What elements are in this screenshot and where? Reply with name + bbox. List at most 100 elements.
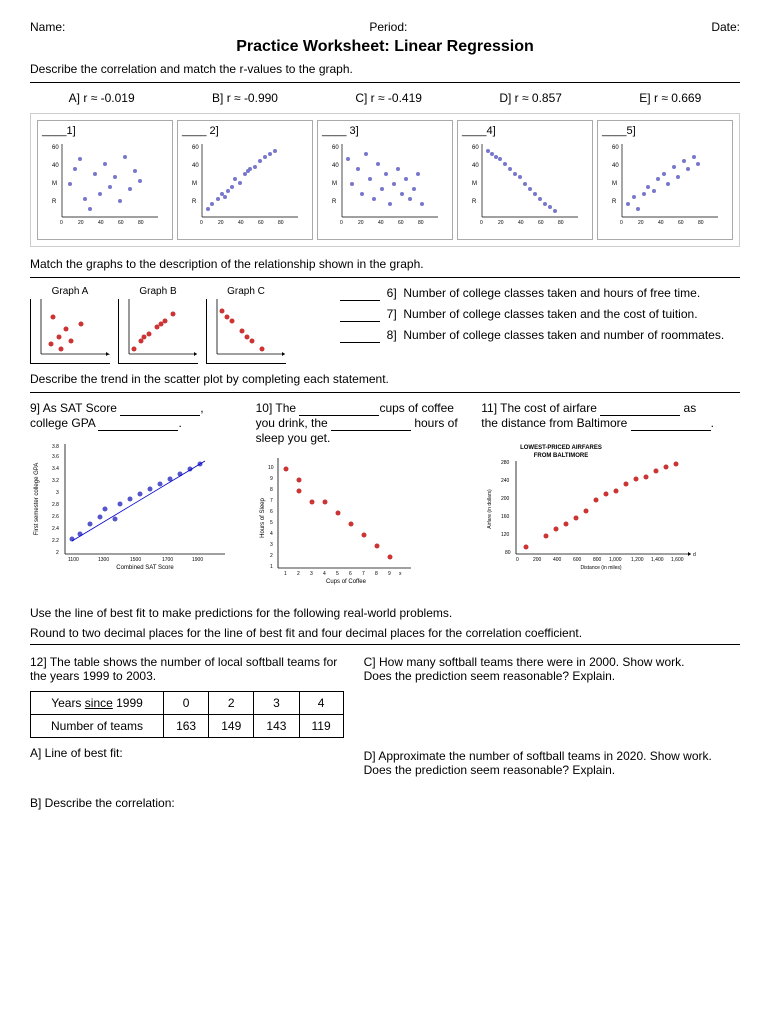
r-value-e: E] r ≈ 0.669 [639, 91, 701, 105]
blank-11a[interactable] [600, 401, 680, 416]
svg-text:3: 3 [310, 571, 313, 577]
svg-text:Hours of Sleep: Hours of Sleep [260, 498, 266, 538]
svg-text:60: 60 [332, 145, 339, 151]
svg-text:20: 20 [358, 220, 364, 226]
svg-text:80: 80 [558, 220, 564, 226]
r-values-row: A] r ≈ -0.019 B] r ≈ -0.990 C] r ≈ -0.41… [30, 91, 740, 105]
svg-text:60: 60 [192, 145, 199, 151]
section3-divider [30, 392, 740, 393]
svg-text:2: 2 [270, 553, 273, 559]
svg-text:Combined SAT Score: Combined SAT Score [116, 565, 174, 571]
name-label: Name: [30, 20, 65, 34]
svg-text:20: 20 [638, 220, 644, 226]
use-line-2: Round to two decimal places for the line… [30, 626, 740, 640]
graph-box-4: ____4] 60 40 M R 0 20 40 60 80 [457, 120, 593, 240]
blank-10b[interactable] [331, 416, 411, 431]
svg-text:40: 40 [378, 220, 384, 226]
col-header-3: 3 [254, 692, 299, 715]
svg-text:M: M [192, 181, 197, 187]
svg-text:160: 160 [501, 514, 510, 520]
svg-text:LOWEST-PRICED AIRFARES: LOWEST-PRICED AIRFARES [520, 445, 602, 451]
svg-text:8: 8 [375, 571, 378, 577]
svg-text:Airfare (in dollars): Airfare (in dollars) [487, 489, 493, 529]
item10-num: 10] [256, 401, 273, 415]
svg-text:280: 280 [501, 460, 510, 466]
blank-7[interactable] [340, 307, 380, 322]
section2-instruction: Match the graphs to the description of t… [30, 257, 740, 271]
col-header-2: 2 [209, 692, 254, 715]
blank-9a[interactable] [120, 401, 200, 416]
answer-a-line: A] Line of best fit: [30, 746, 344, 760]
mini-graph-c-label: Graph C [227, 286, 265, 297]
svg-text:80: 80 [505, 550, 511, 556]
mini-scatter-b [118, 299, 198, 364]
col-header-1: 0 [164, 692, 209, 715]
date-label: Date: [711, 20, 740, 34]
graph-box-5: ____5] 60 40 M R 0 20 40 60 80 [597, 120, 733, 240]
svg-text:2.8: 2.8 [52, 502, 59, 508]
row-val-1: 149 [209, 715, 254, 738]
chart-11-scatter: LOWEST-PRICED AIRFARES FROM BALTIMORE d … [481, 439, 701, 579]
r-value-b: B] r ≈ -0.990 [212, 91, 278, 105]
svg-text:40: 40 [52, 163, 59, 169]
svg-text:60: 60 [52, 145, 59, 151]
period-label: Period: [369, 20, 407, 34]
section2-descriptions: 6] Number of college classes taken and h… [340, 286, 740, 364]
blank-9b[interactable] [98, 416, 178, 431]
blank-11b[interactable] [631, 416, 711, 431]
svg-text:M: M [472, 181, 477, 187]
svg-text:20: 20 [78, 220, 84, 226]
graph-label-4: ____4] [462, 125, 588, 137]
svg-text:8: 8 [270, 487, 273, 493]
graph-box-2: ____ 2] 60 40 M R 0 20 40 60 80 [177, 120, 313, 240]
svg-text:R: R [52, 199, 57, 205]
desc-item-7: 7] Number of college classes taken and t… [340, 307, 740, 322]
svg-text:40: 40 [238, 220, 244, 226]
svg-text:7: 7 [270, 498, 273, 504]
graph-label-3: ____ 3] [322, 125, 448, 137]
svg-text:800: 800 [593, 557, 602, 563]
section2-wrap: Graph A Gr [30, 286, 740, 364]
svg-text:60: 60 [258, 220, 264, 226]
svg-text:1700: 1700 [162, 557, 173, 563]
header: Name: Period: Date: [30, 20, 740, 34]
blank-6[interactable] [340, 286, 380, 301]
item11-num: 11] [481, 401, 497, 415]
svg-text:9: 9 [388, 571, 391, 577]
svg-text:R: R [332, 199, 337, 205]
svg-text:60: 60 [612, 145, 619, 151]
svg-text:2.4: 2.4 [52, 526, 59, 532]
svg-text:240: 240 [501, 478, 510, 484]
scatter-plot-5: 60 40 M R 0 20 40 60 80 [602, 139, 728, 229]
svg-text:R: R [192, 199, 197, 205]
svg-text:40: 40 [98, 220, 104, 226]
svg-text:200: 200 [501, 496, 510, 502]
col-header-0: Years since 1999 [31, 692, 164, 715]
graph-label-5: ____5] [602, 125, 728, 137]
svg-text:80: 80 [138, 220, 144, 226]
row-val-2: 143 [254, 715, 299, 738]
svg-text:2: 2 [297, 571, 300, 577]
svg-text:2.2: 2.2 [52, 538, 59, 544]
blank-10a[interactable] [299, 401, 379, 416]
table-num: 12] [30, 655, 47, 669]
svg-text:3: 3 [270, 542, 273, 548]
svg-text:1,200: 1,200 [631, 557, 644, 563]
svg-text:0: 0 [60, 220, 63, 226]
graph-box-3: ____ 3] 60 40 M R 0 20 40 60 80 [317, 120, 453, 240]
svg-text:40: 40 [612, 163, 619, 169]
svg-text:0: 0 [340, 220, 343, 226]
section3-instruction: Describe the trend in the scatter plot b… [30, 372, 740, 386]
blank-8[interactable] [340, 328, 380, 343]
svg-text:M: M [52, 181, 57, 187]
svg-text:0: 0 [480, 220, 483, 226]
scatter-plot-2: 60 40 M R 0 20 40 60 80 [182, 139, 308, 229]
r-value-d: D] r ≈ 0.857 [499, 91, 562, 105]
trend-item-11: 11] The cost of airfare as the distance … [481, 401, 740, 596]
item9-num: 9] [30, 401, 40, 415]
table-intro: The table shows the number of local soft… [30, 655, 337, 683]
svg-text:4: 4 [270, 531, 273, 537]
row-val-0: 163 [164, 715, 209, 738]
svg-text:9: 9 [270, 476, 273, 482]
svg-text:20: 20 [498, 220, 504, 226]
